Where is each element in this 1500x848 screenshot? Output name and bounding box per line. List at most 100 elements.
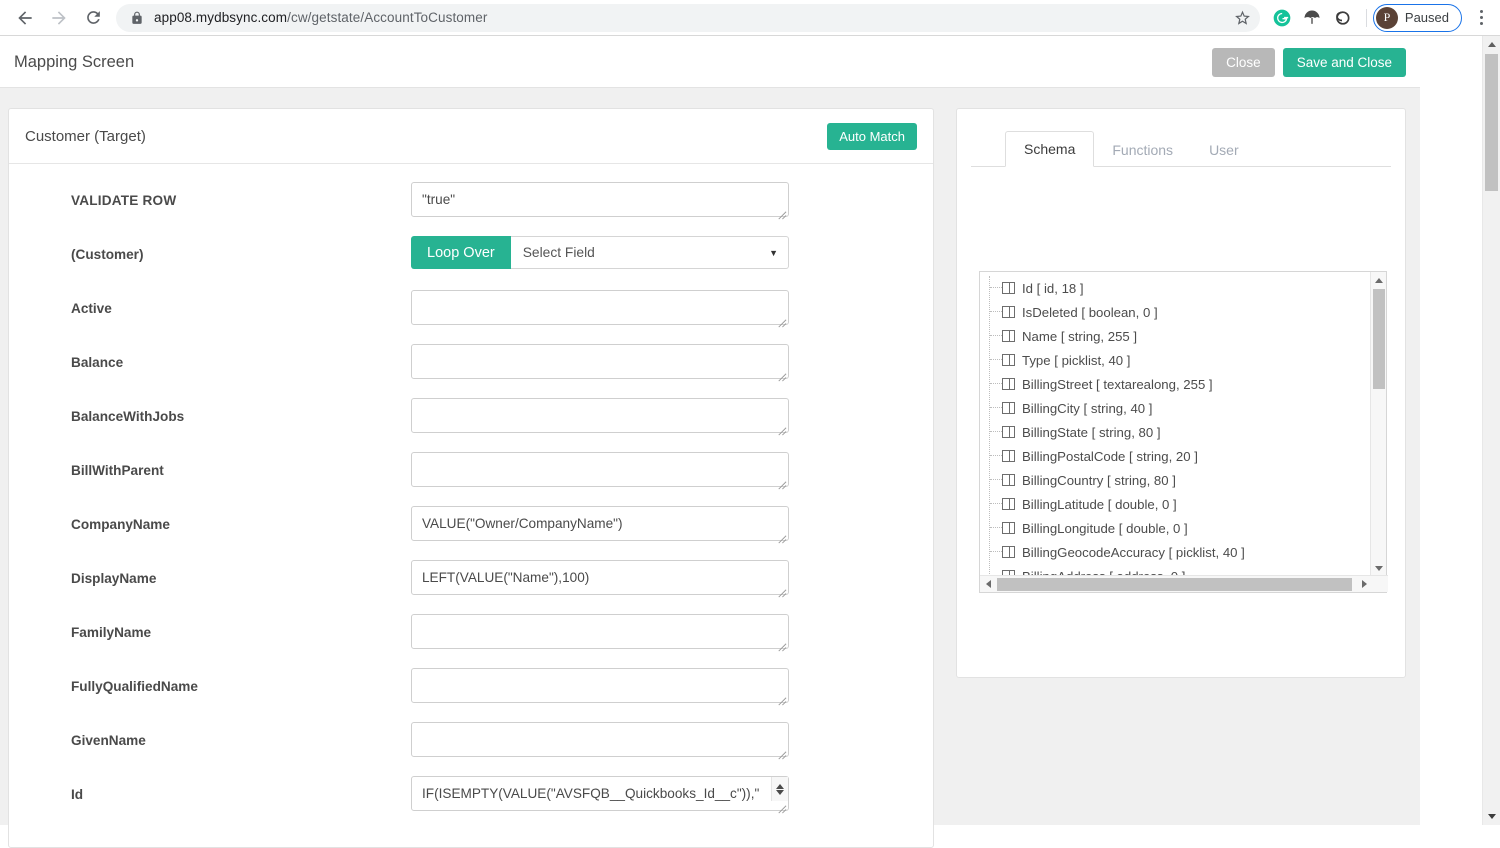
field-input-wrap (411, 182, 789, 222)
reload-button[interactable] (76, 3, 110, 33)
loom-extension-icon[interactable] (1328, 4, 1356, 32)
schema-tree-item[interactable]: BillingCity [ string, 40 ] (988, 396, 1371, 420)
arrow-right-icon (49, 8, 69, 28)
forward-button[interactable] (42, 3, 76, 33)
select-field-value: Select Field (523, 245, 595, 260)
field-input-wrap (411, 398, 789, 438)
tree-scroll-left-button[interactable] (980, 576, 996, 592)
column-icon (1002, 378, 1015, 390)
spinner-down-icon[interactable] (776, 790, 784, 795)
target-card-header: Customer (Target) Auto Match (9, 109, 933, 164)
balance-with-jobs-input[interactable] (411, 398, 789, 433)
chevron-down-icon: ▼ (769, 248, 778, 258)
address-bar[interactable]: app08.mydbsync.com/cw/getstate/AccountTo… (116, 4, 1260, 32)
auto-match-button[interactable]: Auto Match (827, 123, 917, 150)
schema-tree-item[interactable]: BillingStreet [ textarealong, 255 ] (988, 372, 1371, 396)
schema-tree-item[interactable]: BillingGeocodeAccuracy [ picklist, 40 ] (988, 540, 1371, 564)
schema-item-label: BillingGeocodeAccuracy [ picklist, 40 ] (1022, 545, 1245, 560)
page-scrollbar[interactable] (1482, 36, 1500, 825)
active-input[interactable] (411, 290, 789, 325)
balance-input[interactable] (411, 344, 789, 379)
field-label: VALIDATE ROW (71, 182, 411, 208)
field-input-wrap (411, 452, 789, 492)
mapping-row-display-name: DisplayName (9, 560, 933, 614)
schema-tree-item[interactable]: BillingLongitude [ double, 0 ] (988, 516, 1371, 540)
tab-user[interactable]: User (1191, 133, 1257, 167)
schema-tree-item[interactable]: BillingLatitude [ double, 0 ] (988, 492, 1371, 516)
loop-over-button[interactable]: Loop Over (411, 236, 511, 269)
reload-icon (84, 8, 103, 27)
schema-tree-item[interactable]: Id [ id, 18 ] (988, 276, 1371, 300)
field-label: BillWithParent (71, 452, 411, 478)
validate-row-input[interactable] (411, 182, 789, 217)
profile-button[interactable]: P Paused (1373, 4, 1462, 32)
schema-item-label: Id [ id, 18 ] (1022, 281, 1084, 296)
save-and-close-button[interactable]: Save and Close (1283, 48, 1406, 77)
id-input[interactable] (411, 776, 789, 811)
family-name-input[interactable] (411, 614, 789, 649)
page-scrollbar-thumb[interactable] (1485, 54, 1498, 191)
tab-schema[interactable]: Schema (1005, 131, 1094, 167)
schema-tree-item[interactable]: Type [ picklist, 40 ] (988, 348, 1371, 372)
app-header: Mapping Screen Close Save and Close (0, 37, 1420, 88)
field-input-wrap (411, 290, 789, 330)
mapping-row-validate-row: VALIDATE ROW (9, 182, 933, 236)
tree-scroll-up-button[interactable] (1371, 272, 1387, 288)
field-label: Id (71, 776, 411, 802)
schema-tree-item[interactable]: BillingCountry [ string, 80 ] (988, 468, 1371, 492)
toolbar-divider (1366, 9, 1367, 27)
close-button[interactable]: Close (1212, 48, 1275, 77)
browser-menu-button[interactable] (1466, 3, 1496, 33)
field-label: (Customer) (71, 236, 411, 262)
given-name-input[interactable] (411, 722, 789, 757)
column-icon (1002, 402, 1015, 414)
tree-horizontal-scrollbar-thumb[interactable] (997, 578, 1352, 591)
chevron-down-icon (1488, 814, 1496, 819)
spinner-up-icon[interactable] (776, 784, 784, 789)
page-scroll-up-button[interactable] (1483, 36, 1500, 53)
mapping-row-bill-with-parent: BillWithParent (9, 452, 933, 506)
field-input-wrap (411, 668, 789, 708)
column-icon (1002, 522, 1015, 534)
schema-tree-list: Id [ id, 18 ] IsDeleted [ boolean, 0 ] N… (980, 272, 1371, 576)
loop-over-control: Loop Over Select Field ▼ (411, 236, 789, 269)
schema-tree-item[interactable]: BillingState [ string, 80 ] (988, 420, 1371, 444)
schema-tree-item[interactable]: Name [ string, 255 ] (988, 324, 1371, 348)
schema-tree-box: Id [ id, 18 ] IsDeleted [ boolean, 0 ] N… (979, 271, 1387, 593)
fully-qualified-name-input[interactable] (411, 668, 789, 703)
schema-tree-horizontal-scrollbar[interactable] (980, 575, 1388, 592)
column-icon (1002, 546, 1015, 558)
lock-icon (130, 11, 144, 25)
mapping-row-given-name: GivenName (9, 722, 933, 776)
header-actions: Close Save and Close (1212, 48, 1420, 77)
grammarly-extension-icon[interactable] (1268, 4, 1296, 32)
field-input-wrap (411, 506, 789, 546)
umbrella-extension-icon[interactable] (1298, 4, 1326, 32)
tree-scroll-right-button[interactable] (1356, 576, 1372, 592)
tree-scroll-down-button[interactable] (1371, 560, 1387, 576)
mapping-row-customer-loop: (Customer) Loop Over Select Field ▼ (9, 236, 933, 290)
id-spinner[interactable] (771, 777, 788, 801)
bookmark-button[interactable] (1232, 7, 1254, 29)
profile-status-label: Paused (1405, 10, 1449, 25)
page-title: Mapping Screen (14, 53, 134, 72)
back-button[interactable] (8, 3, 42, 33)
bill-with-parent-input[interactable] (411, 452, 789, 487)
tab-functions[interactable]: Functions (1094, 133, 1191, 167)
display-name-input[interactable] (411, 560, 789, 595)
mapping-row-balance-with-jobs: BalanceWithJobs (9, 398, 933, 452)
chevron-left-icon (986, 580, 991, 588)
schema-tree-item[interactable]: IsDeleted [ boolean, 0 ] (988, 300, 1371, 324)
select-field-dropdown[interactable]: Select Field ▼ (511, 236, 789, 269)
schema-tree-vertical-scrollbar[interactable] (1370, 272, 1386, 576)
tree-vertical-scrollbar-thumb[interactable] (1373, 289, 1385, 389)
field-label: FullyQualifiedName (71, 668, 411, 694)
field-label: GivenName (71, 722, 411, 748)
schema-tree-item[interactable]: BillingPostalCode [ string, 20 ] (988, 444, 1371, 468)
column-icon (1002, 450, 1015, 462)
schema-item-label: BillingLongitude [ double, 0 ] (1022, 521, 1188, 536)
page-scroll-down-button[interactable] (1483, 808, 1500, 825)
company-name-input[interactable] (411, 506, 789, 541)
mapping-row-id: Id (9, 776, 933, 830)
field-label: Balance (71, 344, 411, 370)
